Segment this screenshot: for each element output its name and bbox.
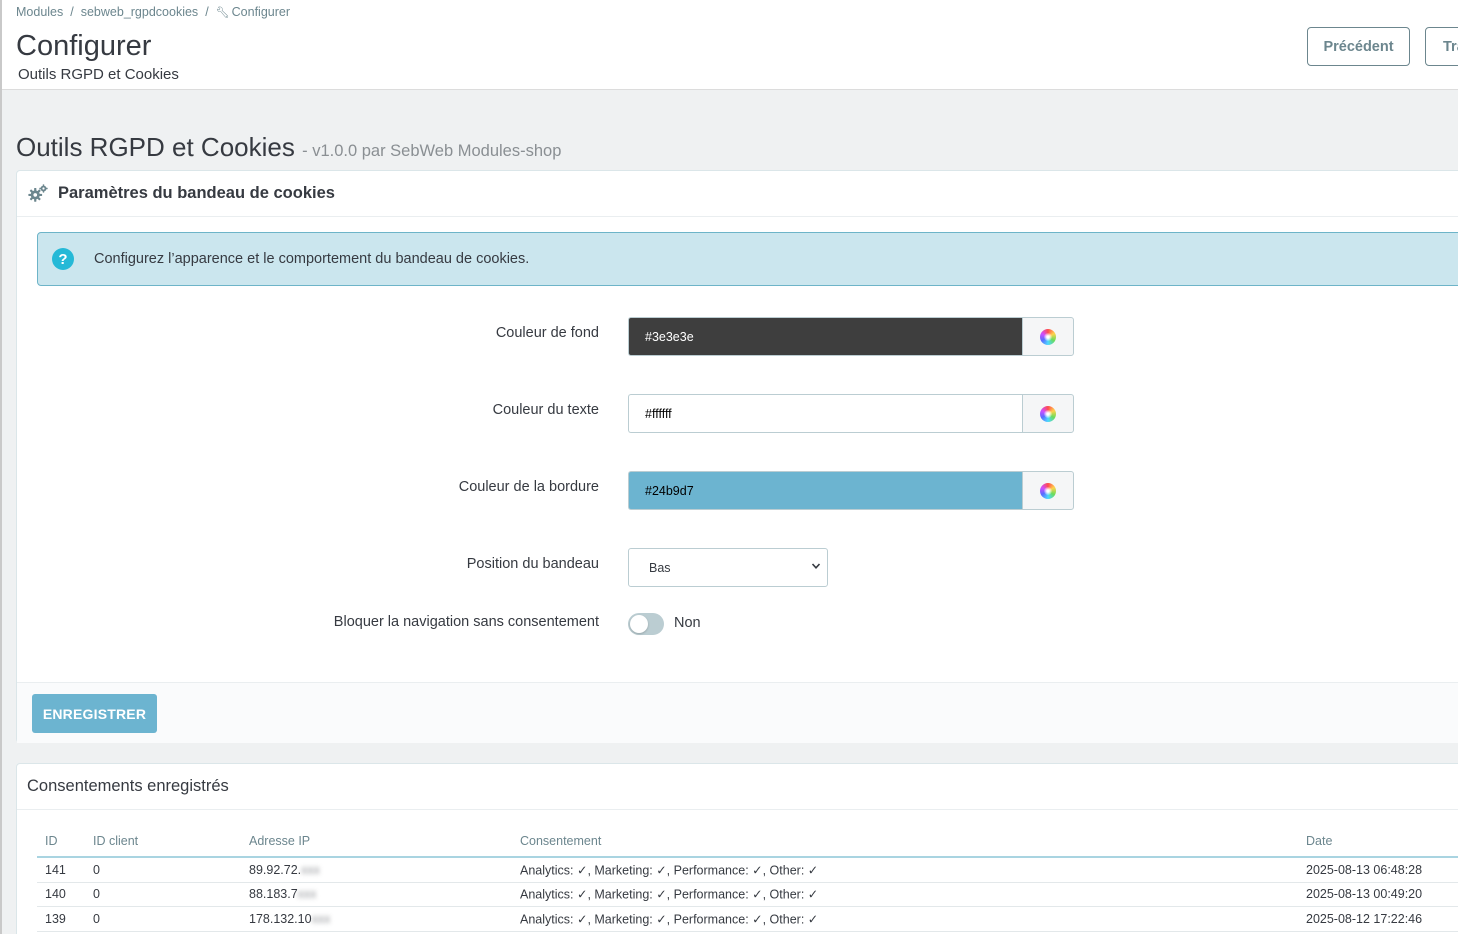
info-alert: ? Configurez l’apparence et le comportem… bbox=[37, 232, 1458, 286]
info-alert-text: Configurez l’apparence et le comportemen… bbox=[94, 251, 530, 267]
consents-panel: Consentements enregistrés ID ID client A… bbox=[16, 763, 1458, 934]
row-ip: 178.132.10xxx bbox=[249, 911, 331, 926]
consents-table: ID ID client Adresse IP Consentement Dat… bbox=[37, 826, 1458, 932]
border-color-input[interactable]: #24b9d7 bbox=[628, 471, 1022, 510]
block-navigation-value: Non bbox=[674, 615, 701, 631]
column-header-date[interactable]: Date bbox=[1306, 834, 1332, 848]
border-color-picker-button[interactable] bbox=[1022, 471, 1074, 510]
row-id: 141 bbox=[45, 862, 66, 877]
color-wheel-icon bbox=[1040, 405, 1056, 422]
position-label: Position du bandeau bbox=[466, 556, 599, 572]
switch-knob bbox=[630, 615, 648, 633]
settings-panel-heading: Paramètres du bandeau de cookies bbox=[17, 171, 1458, 217]
left-border bbox=[0, 0, 2, 934]
row-consent: Analytics: ✓, Marketing: ✓, Performance:… bbox=[520, 912, 819, 927]
breadcrumb: Modules / sebweb_rgpdcookies / 🔧︎ Configurer bbox=[16, 5, 290, 19]
settings-panel-title: Paramètres du bandeau de cookies bbox=[58, 184, 335, 202]
page-title: Configurer bbox=[16, 30, 152, 62]
row-date: 2025-08-12 17:22:46 bbox=[1306, 911, 1423, 926]
save-button[interactable]: ENREGISTRER bbox=[32, 694, 157, 733]
column-header-consent[interactable]: Consentement bbox=[520, 834, 601, 848]
block-navigation-label: Bloquer la navigation sans consentement bbox=[333, 614, 599, 630]
module-title: Outils RGPD et Cookies - v1.0.0 par SebW… bbox=[16, 132, 561, 163]
table-row[interactable]: 141 0 89.92.72.xxx Analytics: ✓, Marketi… bbox=[37, 858, 1458, 883]
help-icon: ? bbox=[52, 248, 74, 270]
position-select-value: Bas bbox=[649, 560, 671, 575]
ip-masked: xxx bbox=[311, 911, 331, 926]
border-color-field: #24b9d7 bbox=[628, 471, 1074, 510]
color-wheel-icon bbox=[1040, 328, 1056, 345]
block-navigation-switch[interactable] bbox=[628, 613, 664, 635]
row-client: 0 bbox=[93, 887, 100, 902]
column-header-client[interactable]: ID client bbox=[93, 834, 138, 848]
text-color-field: #ffffff bbox=[628, 394, 1074, 433]
breadcrumb-separator: / bbox=[205, 5, 209, 19]
border-color-label: Couleur de la bordure bbox=[458, 479, 599, 495]
row-client: 0 bbox=[93, 911, 100, 926]
table-row[interactable]: 139 0 178.132.10xxx Analytics: ✓, Market… bbox=[37, 907, 1458, 932]
breadcrumb-module[interactable]: sebweb_rgpdcookies bbox=[81, 5, 198, 19]
row-id: 139 bbox=[45, 911, 66, 926]
settings-panel-footer: ENREGISTRER bbox=[17, 682, 1458, 743]
consents-panel-heading: Consentements enregistrés bbox=[17, 764, 1458, 810]
row-date: 2025-08-13 06:48:28 bbox=[1306, 862, 1423, 877]
breadcrumb-separator: / bbox=[70, 5, 74, 19]
bg-color-picker-button[interactable] bbox=[1022, 317, 1074, 356]
previous-button[interactable]: Précédent bbox=[1307, 27, 1410, 66]
settings-panel: Paramètres du bandeau de cookies ? Confi… bbox=[16, 170, 1458, 743]
module-name: Outils RGPD et Cookies bbox=[16, 132, 295, 162]
ip-masked: xxx bbox=[297, 887, 317, 902]
row-consent: Analytics: ✓, Marketing: ✓, Performance:… bbox=[520, 863, 819, 878]
page-header: Modules / sebweb_rgpdcookies / 🔧︎ Configurer … bbox=[2, 0, 1458, 90]
row-id: 140 bbox=[45, 887, 66, 902]
row-date: 2025-08-13 00:49:20 bbox=[1306, 887, 1423, 902]
row-consent: Analytics: ✓, Marketing: ✓, Performance:… bbox=[520, 887, 819, 902]
column-header-ip[interactable]: Adresse IP bbox=[249, 834, 310, 848]
bg-color-input[interactable]: #3e3e3e bbox=[628, 317, 1022, 356]
module-meta: - v1.0.0 par SebWeb Modules-shop bbox=[302, 142, 562, 160]
translate-button[interactable]: Traduire bbox=[1425, 27, 1458, 66]
text-color-label: Couleur du texte bbox=[492, 402, 599, 418]
table-row[interactable]: 140 0 88.183.7xxx Analytics: ✓, Marketin… bbox=[37, 883, 1458, 907]
chevron-down-icon bbox=[811, 563, 821, 569]
bg-color-label: Couleur de fond bbox=[495, 325, 599, 341]
text-color-input[interactable]: #ffffff bbox=[628, 394, 1022, 433]
column-header-id[interactable]: ID bbox=[45, 834, 58, 848]
position-select[interactable]: Bas bbox=[628, 548, 828, 587]
table-header: ID ID client Adresse IP Consentement Dat… bbox=[37, 826, 1458, 858]
text-color-picker-button[interactable] bbox=[1022, 394, 1074, 433]
breadcrumb-current: Configurer bbox=[231, 5, 291, 19]
page-subtitle: Outils RGPD et Cookies bbox=[18, 66, 179, 83]
breadcrumb-modules[interactable]: Modules bbox=[16, 5, 63, 19]
ip-masked: xxx bbox=[301, 862, 320, 877]
row-client: 0 bbox=[93, 862, 100, 877]
row-ip: 89.92.72.xxx bbox=[249, 862, 320, 877]
bg-color-field: #3e3e3e bbox=[628, 317, 1074, 356]
row-ip: 88.183.7xxx bbox=[249, 887, 317, 902]
color-wheel-icon bbox=[1040, 482, 1056, 499]
gears-icon bbox=[28, 183, 48, 202]
wrench-icon: 🔧︎ bbox=[215, 7, 230, 19]
